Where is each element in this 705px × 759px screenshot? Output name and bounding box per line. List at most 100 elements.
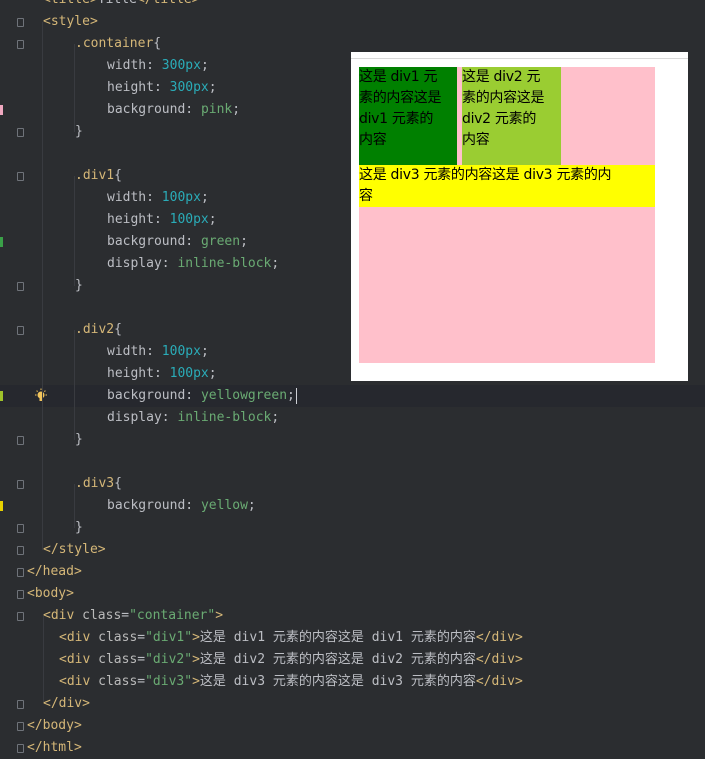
code-text[interactable]: } [75,275,83,297]
code-token: <div [59,674,99,689]
code-text[interactable]: background: pink; [107,99,240,121]
code-line[interactable]: <div class="div1">这是 div1 元素的内容这是 div1 元… [0,627,705,649]
code-token: ; [232,102,241,117]
code-text[interactable]: </head> [27,561,82,583]
fold-toggle-icon[interactable] [17,128,24,137]
code-line[interactable]: display: inline-block; [0,407,705,429]
code-token: <div [59,652,99,667]
code-text[interactable]: <div class="div2">这是 div2 元素的内容这是 div2 元… [59,649,523,671]
fold-toggle-icon[interactable] [17,722,24,731]
code-token: 这是 div1 元素的内容这是 div1 元素的内容 [199,630,476,645]
code-token: .container [75,36,154,51]
code-token: ; [200,344,209,359]
fold-toggle-icon[interactable] [17,18,24,27]
fold-toggle-icon[interactable] [17,744,24,753]
code-text[interactable]: width: 100px; [107,341,209,363]
code-line[interactable]: </head> [0,561,705,583]
code-token: { [114,476,122,491]
div1-text-line: 素的内容这是 [359,90,442,106]
fold-toggle-icon[interactable] [17,546,24,555]
code-token: </style> [43,542,106,557]
code-text[interactable]: .container{ [75,33,161,55]
code-text[interactable]: width: 100px; [107,187,209,209]
code-text[interactable]: </style> [43,539,106,561]
fold-toggle-icon[interactable] [17,282,24,291]
code-text[interactable]: height: 100px; [107,209,217,231]
code-text[interactable]: <div class="div1">这是 div1 元素的内容这是 div1 元… [59,627,523,649]
code-text[interactable]: width: 300px; [107,55,209,77]
code-text[interactable]: } [75,121,83,143]
code-text[interactable]: .div1{ [75,165,122,187]
indent-guide [74,44,75,132]
code-line[interactable]: <div class="div3">这是 div3 元素的内容这是 div3 元… [0,671,705,693]
code-text[interactable]: height: 300px; [107,77,217,99]
code-token: ; [208,366,217,381]
code-token: "container" [129,608,216,623]
code-line[interactable]: <title>Title</title> [0,0,705,11]
code-text[interactable]: <div class="container"> [43,605,223,627]
code-token: class [98,652,138,667]
lightbulb-icon[interactable] [33,388,49,404]
code-line[interactable]: background: yellowgreen; [0,385,705,407]
code-line[interactable]: <style> [0,11,705,33]
code-token: background [107,234,186,249]
code-token: </html> [27,740,82,755]
code-text[interactable]: <style> [43,11,98,33]
code-line[interactable]: </div> [0,693,705,715]
code-line[interactable] [0,451,705,473]
code-text[interactable]: background: green; [107,231,248,253]
code-text[interactable]: display: inline-block; [107,253,279,275]
code-text[interactable]: height: 100px; [107,363,217,385]
code-text[interactable]: <title>Title</title> [43,0,200,11]
code-line[interactable]: <body> [0,583,705,605]
code-line[interactable]: } [0,429,705,451]
code-token: </div> [475,652,523,667]
fold-toggle-icon[interactable] [17,568,24,577]
code-token: = [121,608,130,623]
fold-toggle-icon[interactable] [17,612,24,621]
fold-toggle-icon[interactable] [17,326,24,335]
color-marker-icon [0,105,3,115]
fold-toggle-icon[interactable] [17,436,24,445]
code-line[interactable]: <div class="div2">这是 div2 元素的内容这是 div2 元… [0,649,705,671]
code-token: = [137,652,146,667]
fold-toggle-icon[interactable] [17,524,24,533]
div2-text-line: div2 元素的 [462,111,537,127]
code-token: <div [43,608,83,623]
code-text[interactable]: background: yellowgreen; [107,385,297,407]
code-text[interactable]: display: inline-block; [107,407,279,429]
code-text[interactable]: <div class="div3">这是 div3 元素的内容这是 div3 元… [59,671,523,693]
code-token: height [107,212,154,227]
code-text[interactable]: } [75,517,83,539]
fold-toggle-icon[interactable] [17,40,24,49]
code-line[interactable]: </body> [0,715,705,737]
code-line[interactable]: </html> [0,737,705,759]
code-text[interactable]: .div3{ [75,473,122,495]
fold-toggle-icon[interactable] [17,480,24,489]
fold-toggle-icon[interactable] [17,172,24,181]
code-token: 100px [161,190,201,205]
code-line[interactable]: background: yellow; [0,495,705,517]
fold-toggle-icon[interactable] [17,590,24,599]
code-text[interactable]: } [75,429,83,451]
code-line[interactable]: } [0,517,705,539]
fold-toggle-icon[interactable] [17,700,24,709]
code-line[interactable]: <div class="container"> [0,605,705,627]
div2-text-line: 素的内容这是 [462,90,545,106]
code-line[interactable]: </style> [0,539,705,561]
browser-preview: 这是 div1 元 素的内容这是 div1 元素的 内容 这是 div2 元 素… [351,52,688,381]
code-token: > [192,630,200,645]
code-text[interactable]: </html> [27,737,82,759]
code-text[interactable]: </div> [43,693,90,715]
code-text[interactable]: background: yellow; [107,495,256,517]
code-token: green [200,234,241,249]
code-text[interactable]: <body> [27,583,74,605]
code-line[interactable]: .div3{ [0,473,705,495]
code-token: 300px [161,58,201,73]
code-token: 300px [169,80,209,95]
code-text[interactable]: </body> [27,715,82,737]
code-token: .div1 [75,168,115,183]
code-token: <body> [27,586,74,601]
indent-guide [74,330,75,440]
code-text[interactable]: .div2{ [75,319,122,341]
